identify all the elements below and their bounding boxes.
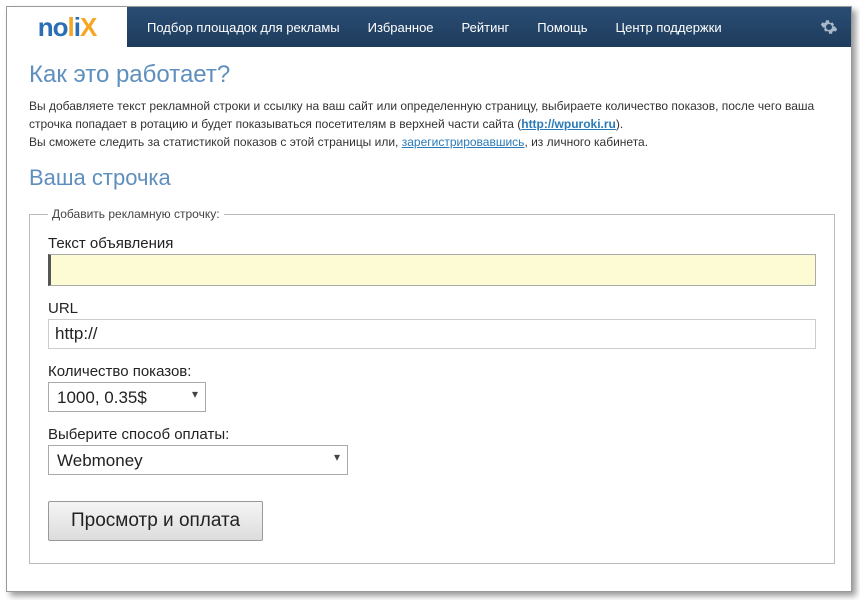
field-payment: Выберите способ оплаты: Webmoney [48,426,816,475]
header-bar: noliX Подбор площадок для рекламы Избран… [7,7,851,47]
main-nav: Подбор площадок для рекламы Избранное Ре… [127,17,851,37]
url-input[interactable] [48,319,816,349]
field-ad-text: Текст объявления [48,235,816,286]
field-url: URL [48,300,816,349]
ad-text-label: Текст объявления [48,235,816,252]
nav-item-support[interactable]: Центр поддержки [616,20,722,35]
nav-item-rating[interactable]: Рейтинг [462,20,510,35]
field-count: Количество показов: 1000, 0.35$ [48,363,816,412]
ad-text-input[interactable] [48,254,816,286]
intro-text: Вы добавляете текст рекламной строки и с… [29,97,829,151]
intro-part: ). [616,117,623,131]
nav-item-platforms[interactable]: Подбор площадок для рекламы [147,20,340,35]
ad-form-fieldset: Добавить рекламную строчку: Текст объявл… [29,207,835,564]
count-select-wrap: 1000, 0.35$ [48,382,206,412]
payment-select[interactable]: Webmoney [48,445,348,475]
intro-part: , из личного кабинета. [524,135,648,149]
nav-item-help[interactable]: Помощь [537,20,587,35]
logo-text: no [38,12,68,43]
url-label: URL [48,300,816,317]
register-link[interactable]: зарегистрировавшись [402,135,525,149]
gear-icon[interactable] [819,17,839,37]
intro-part: Вы сможете следить за статистикой показо… [29,135,402,149]
your-line-title: Ваша строчка [29,165,829,191]
preview-pay-button[interactable]: Просмотр и оплата [48,501,263,541]
fieldset-legend: Добавить рекламную строчку: [48,207,224,221]
intro-part: Вы добавляете текст рекламной строки и с… [29,99,814,131]
count-select[interactable]: 1000, 0.35$ [48,382,206,412]
payment-select-wrap: Webmoney [48,445,348,475]
content-area: Как это работает? Вы добавляете текст ре… [7,47,851,578]
how-it-works-title: Как это работает? [29,61,829,89]
logo[interactable]: noliX [7,7,127,47]
site-link[interactable]: http://wpuroki.ru [521,117,616,131]
payment-label: Выберите способ оплаты: [48,426,816,443]
logo-text: X [80,12,96,43]
count-label: Количество показов: [48,363,816,380]
nav-item-favorites[interactable]: Избранное [368,20,434,35]
app-window: noliX Подбор площадок для рекламы Избран… [6,6,852,592]
